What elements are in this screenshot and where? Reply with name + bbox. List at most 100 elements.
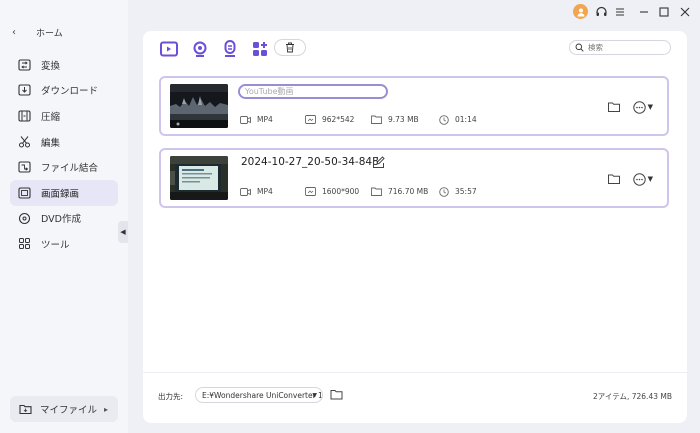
home-link[interactable]: ‹ ホーム	[12, 24, 63, 40]
sidebar-item-download[interactable]: ダウンロード	[10, 78, 118, 104]
more-options-icon[interactable]	[632, 100, 646, 114]
format-value: MP4	[257, 115, 273, 124]
menu-icon[interactable]	[612, 4, 628, 20]
output-folder-icon[interactable]	[330, 388, 343, 401]
sidebar-item-compress[interactable]: 圧縮	[10, 103, 118, 129]
record-webcam-tool-button[interactable]	[190, 39, 210, 59]
dvd-icon	[17, 211, 31, 225]
sidebar-item-label: ダウンロード	[41, 86, 99, 98]
resolution-info: 962*542	[305, 114, 354, 125]
output-path-select[interactable]: E:¥Wondershare UniConverter 1 ▼	[195, 387, 323, 403]
sidebar: ‹ ホーム 変換 ダウンロード 圧縮 編集 ファイル結合 画面録画 DVD作成 …	[0, 0, 128, 433]
size-info: 716.70 MB	[371, 186, 428, 197]
microphone-icon	[224, 40, 236, 57]
sidebar-nav: 変換 ダウンロード 圧縮 編集 ファイル結合 画面録画 DVD作成 ツール	[10, 52, 118, 257]
more-tools-button[interactable]	[250, 39, 270, 59]
sidebar-item-convert[interactable]: 変換	[10, 52, 118, 78]
search-icon	[575, 43, 584, 52]
user-avatar-icon[interactable]	[573, 4, 588, 19]
card-actions: ▼	[607, 172, 653, 186]
resolution-info: 1600*900	[305, 186, 359, 197]
maximize-icon[interactable]	[656, 4, 672, 20]
sidebar-collapse-toggle[interactable]: ◀	[118, 221, 128, 243]
chevron-left-icon: ‹	[12, 26, 16, 38]
search-input[interactable]	[588, 43, 668, 52]
size-info: 9.73 MB	[371, 114, 419, 125]
my-files-button[interactable]: マイファイル ▸	[10, 396, 118, 422]
duration-value: 35:57	[455, 187, 477, 196]
size-value: 716.70 MB	[388, 187, 429, 196]
video-thumbnail[interactable]	[170, 84, 228, 128]
delete-button[interactable]	[274, 39, 306, 56]
sidebar-item-edit[interactable]: 編集	[10, 129, 118, 155]
scissors-icon	[17, 135, 31, 149]
chevron-left-icon: ◀	[120, 228, 126, 236]
close-icon[interactable]	[677, 4, 693, 20]
chevron-down-icon: ▼	[312, 391, 317, 399]
filename-input[interactable]	[238, 84, 388, 99]
more-options-icon[interactable]	[632, 172, 646, 186]
video-camera-icon	[240, 186, 251, 197]
sidebar-item-dvd[interactable]: DVD作成	[10, 206, 118, 232]
rename-edit-icon[interactable]	[372, 156, 385, 169]
clock-icon	[438, 186, 449, 197]
record-audio-tool-button[interactable]	[220, 39, 240, 59]
minimize-icon[interactable]	[636, 4, 652, 20]
support-headset-icon[interactable]	[593, 4, 609, 20]
resolution-icon	[305, 186, 316, 197]
sidebar-item-label: 変換	[41, 60, 61, 72]
screen-record-tool-icon	[160, 41, 178, 57]
resolution-value: 962*542	[322, 115, 355, 124]
video-thumbnail[interactable]	[170, 156, 228, 200]
recording-card[interactable]: 2024-10-27_20-50-34-848 MP4 1600*900 716…	[159, 148, 669, 208]
format-info: MP4	[240, 186, 273, 197]
resolution-icon	[305, 114, 316, 125]
open-folder-icon[interactable]	[607, 172, 621, 186]
webcam-icon	[193, 41, 207, 57]
items-summary: 2アイテム, 726.43 MB	[592, 392, 672, 401]
search-box[interactable]	[569, 40, 671, 55]
open-folder-icon[interactable]	[607, 100, 621, 114]
filename-label: 2024-10-27_20-50-34-848	[241, 156, 379, 168]
folder-size-icon	[371, 186, 382, 197]
output-label: 出力先:	[158, 392, 184, 401]
recording-card[interactable]: MP4 962*542 9.73 MB 01:14 ▼	[159, 76, 669, 136]
sidebar-item-label: ファイル結合	[41, 163, 99, 175]
trash-icon	[286, 42, 294, 53]
sidebar-item-tools[interactable]: ツール	[10, 231, 118, 257]
home-label: ホーム	[36, 28, 63, 39]
duration-info: 01:14	[438, 114, 477, 125]
folder-icon	[18, 402, 32, 416]
footer-divider	[143, 372, 687, 373]
format-info: MP4	[240, 114, 273, 125]
card-actions: ▼	[607, 100, 653, 114]
convert-icon	[17, 58, 31, 72]
sidebar-item-label: 編集	[41, 137, 61, 149]
sidebar-item-merge[interactable]: ファイル結合	[10, 154, 118, 180]
sidebar-item-label: 圧縮	[41, 111, 61, 123]
sidebar-item-screen-record[interactable]: 画面録画	[10, 179, 118, 206]
chevron-down-icon[interactable]: ▼	[648, 175, 653, 183]
size-value: 9.73 MB	[388, 115, 419, 124]
clock-icon	[438, 114, 449, 125]
duration-info: 35:57	[438, 186, 477, 197]
tools-icon	[17, 237, 31, 251]
video-camera-icon	[240, 114, 251, 125]
format-value: MP4	[257, 187, 273, 196]
chevron-down-icon[interactable]: ▼	[648, 103, 653, 111]
record-screen-tool-button[interactable]	[159, 39, 179, 59]
main-panel: MP4 962*542 9.73 MB 01:14 ▼	[143, 31, 687, 423]
chevron-right-icon: ▸	[103, 404, 108, 414]
apps-grid-icon	[253, 42, 267, 56]
sidebar-item-label: DVD作成	[41, 214, 81, 226]
merge-icon	[17, 160, 31, 174]
resolution-value: 1600*900	[322, 187, 360, 196]
sidebar-item-label: 画面録画	[41, 188, 80, 200]
screen-record-icon	[17, 186, 31, 200]
output-path-value: E:¥Wondershare UniConverter 1	[202, 390, 323, 400]
duration-value: 01:14	[455, 115, 477, 124]
folder-size-icon	[371, 114, 382, 125]
my-files-label: マイファイル	[40, 405, 98, 416]
download-icon	[17, 83, 31, 97]
sidebar-item-label: ツール	[41, 239, 70, 251]
